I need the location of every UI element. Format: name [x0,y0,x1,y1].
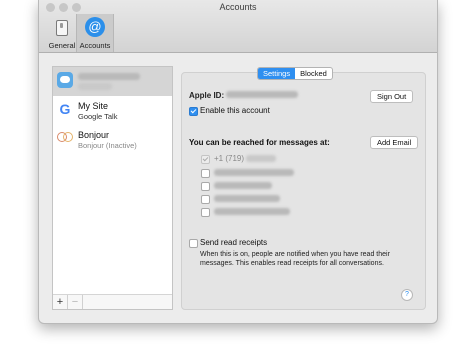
address-checkbox[interactable] [201,208,210,217]
address-phone-label: +1 (719) [214,154,277,163]
account-item-bonjour[interactable]: Bonjour Bonjour (Inactive) [53,125,172,154]
address-redacted [214,182,272,191]
address-checkbox[interactable] [201,195,210,204]
toolbar-general-label: General [48,41,76,50]
add-email-button[interactable]: Add Email [370,136,419,149]
account-name: Bonjour [78,130,110,140]
account-name: My Site [78,101,109,111]
address-checkbox[interactable] [201,155,210,164]
read-receipts-label: Send read receipts [200,238,268,247]
bonjour-icon [57,130,73,146]
settings-tab-control: Settings Blocked [257,67,333,80]
enable-account-checkbox[interactable] [189,107,198,116]
toolbar-accounts-label: Accounts [79,41,111,50]
read-receipts-description: When this is on, people are notified whe… [200,251,390,267]
account-name-redacted [78,72,140,82]
help-button[interactable]: ? [401,289,413,301]
toolbar-accounts-tab[interactable]: @ Accounts [76,14,114,52]
sign-out-button[interactable]: Sign Out [370,90,414,103]
account-item-imessage[interactable] [53,67,172,96]
accounts-list-footer: + − [53,294,172,309]
address-redacted [214,195,280,204]
address-phone-text: +1 (719) [214,154,245,163]
accounts-list: G My Site Google Talk Bonjour Bonjour (I… [52,66,173,310]
address-redacted [214,208,290,217]
enable-account-label: Enable this account [200,106,270,115]
general-phone-icon [56,20,68,36]
title-bar: Accounts General @ Accounts [39,0,437,53]
read-receipts-checkbox[interactable] [189,239,198,248]
add-account-button[interactable]: + [53,295,68,309]
apple-id-value-redacted [226,91,298,100]
tab-blocked[interactable]: Blocked [295,68,332,79]
address-redacted [214,169,294,178]
account-service-label: Bonjour (Inactive) [78,141,137,150]
messages-icon [57,72,73,88]
toolbar-general-tab[interactable]: General [44,14,80,52]
at-sign-icon: @ [85,17,105,37]
account-service-label: Google Talk [78,112,118,121]
address-checkbox[interactable] [201,169,210,178]
reach-label: You can be reached for messages at: [189,138,330,147]
window-title: Accounts [219,2,257,12]
account-service-label [78,83,112,92]
account-item-google-talk[interactable]: G My Site Google Talk [53,96,172,125]
tab-settings[interactable]: Settings [258,68,296,79]
address-checkbox[interactable] [201,182,210,191]
remove-account-button[interactable]: − [68,295,83,309]
apple-id-label: Apple ID: [189,91,225,100]
google-icon: G [59,101,71,117]
